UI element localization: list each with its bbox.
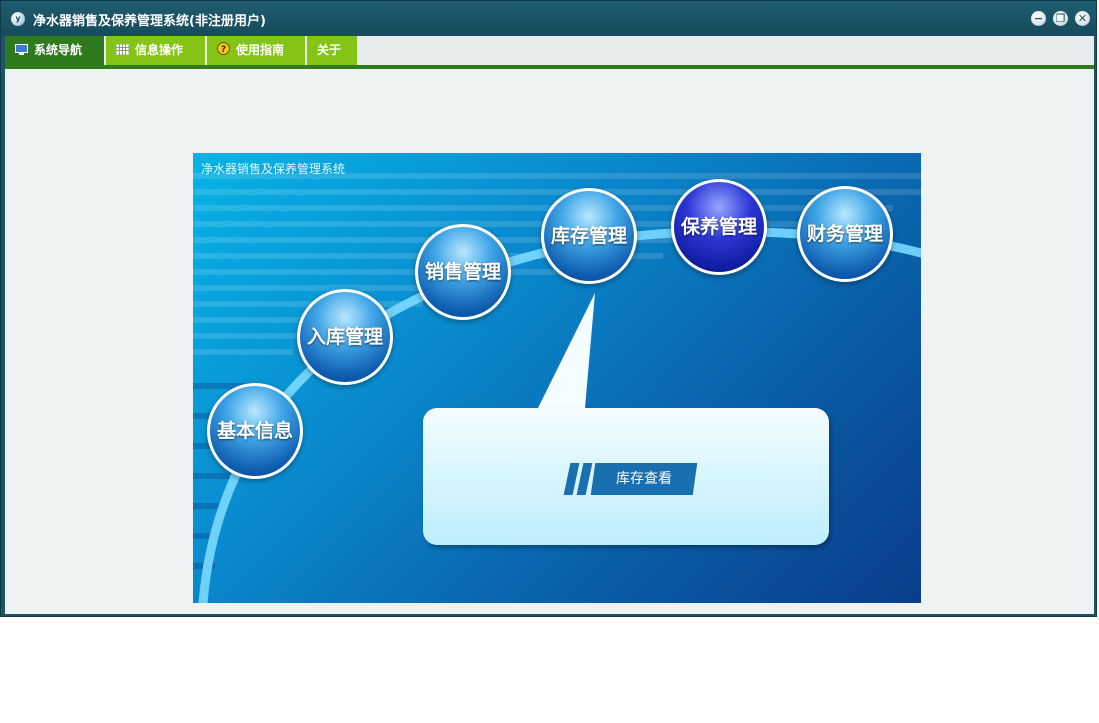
grid-icon [116,37,129,55]
nav-finance[interactable]: 财务管理 [797,186,893,282]
nav-stock-in[interactable]: 入库管理 [297,289,393,385]
nav-maintenance[interactable]: 保养管理 [671,179,767,275]
menu-item-about[interactable]: 关于 [307,36,359,65]
navigation-banner: 净水器销售及保养管理系统 基本信息 入库管理 销售管理 库存管理 保养管理 财务… [193,153,921,603]
menu-item-user-guide[interactable]: ? 使用指南 [207,36,307,65]
restore-icon[interactable]: ❐ [1053,11,1068,26]
help-icon: ? [217,37,230,55]
svg-text:?: ? [221,45,226,55]
menu-item-system-nav[interactable]: 系统导航 [5,36,106,65]
nav-inventory[interactable]: 库存管理 [541,188,637,284]
inventory-view-label: 库存查看 [590,463,698,495]
inventory-view-button[interactable]: 库存查看 [563,463,698,495]
title-bar[interactable]: y 净水器销售及保养管理系统(非注册用户) − ❐ ✕ [1,1,1096,36]
app-icon: y [11,12,25,26]
button-stripe [576,463,593,495]
window-title: 净水器销售及保养管理系统(非注册用户) [33,14,266,29]
menu-item-info-ops[interactable]: 信息操作 [106,36,207,65]
menu-item-label: 信息操作 [135,43,184,57]
close-icon[interactable]: ✕ [1075,11,1090,26]
monitor-icon [15,37,28,55]
banner-title: 净水器销售及保养管理系统 [201,162,346,176]
minimize-icon[interactable]: − [1031,11,1046,26]
menu-item-label: 使用指南 [236,43,285,57]
nav-sales[interactable]: 销售管理 [415,224,511,320]
menu-bar: 系统导航 信息操作 ? 使用指南 关于 [5,36,1094,65]
menu-item-label: 关于 [317,43,342,57]
nav-basic-info[interactable]: 基本信息 [207,383,303,479]
submenu-callout: 库存查看 [423,408,829,545]
menu-item-label: 系统导航 [34,43,83,57]
